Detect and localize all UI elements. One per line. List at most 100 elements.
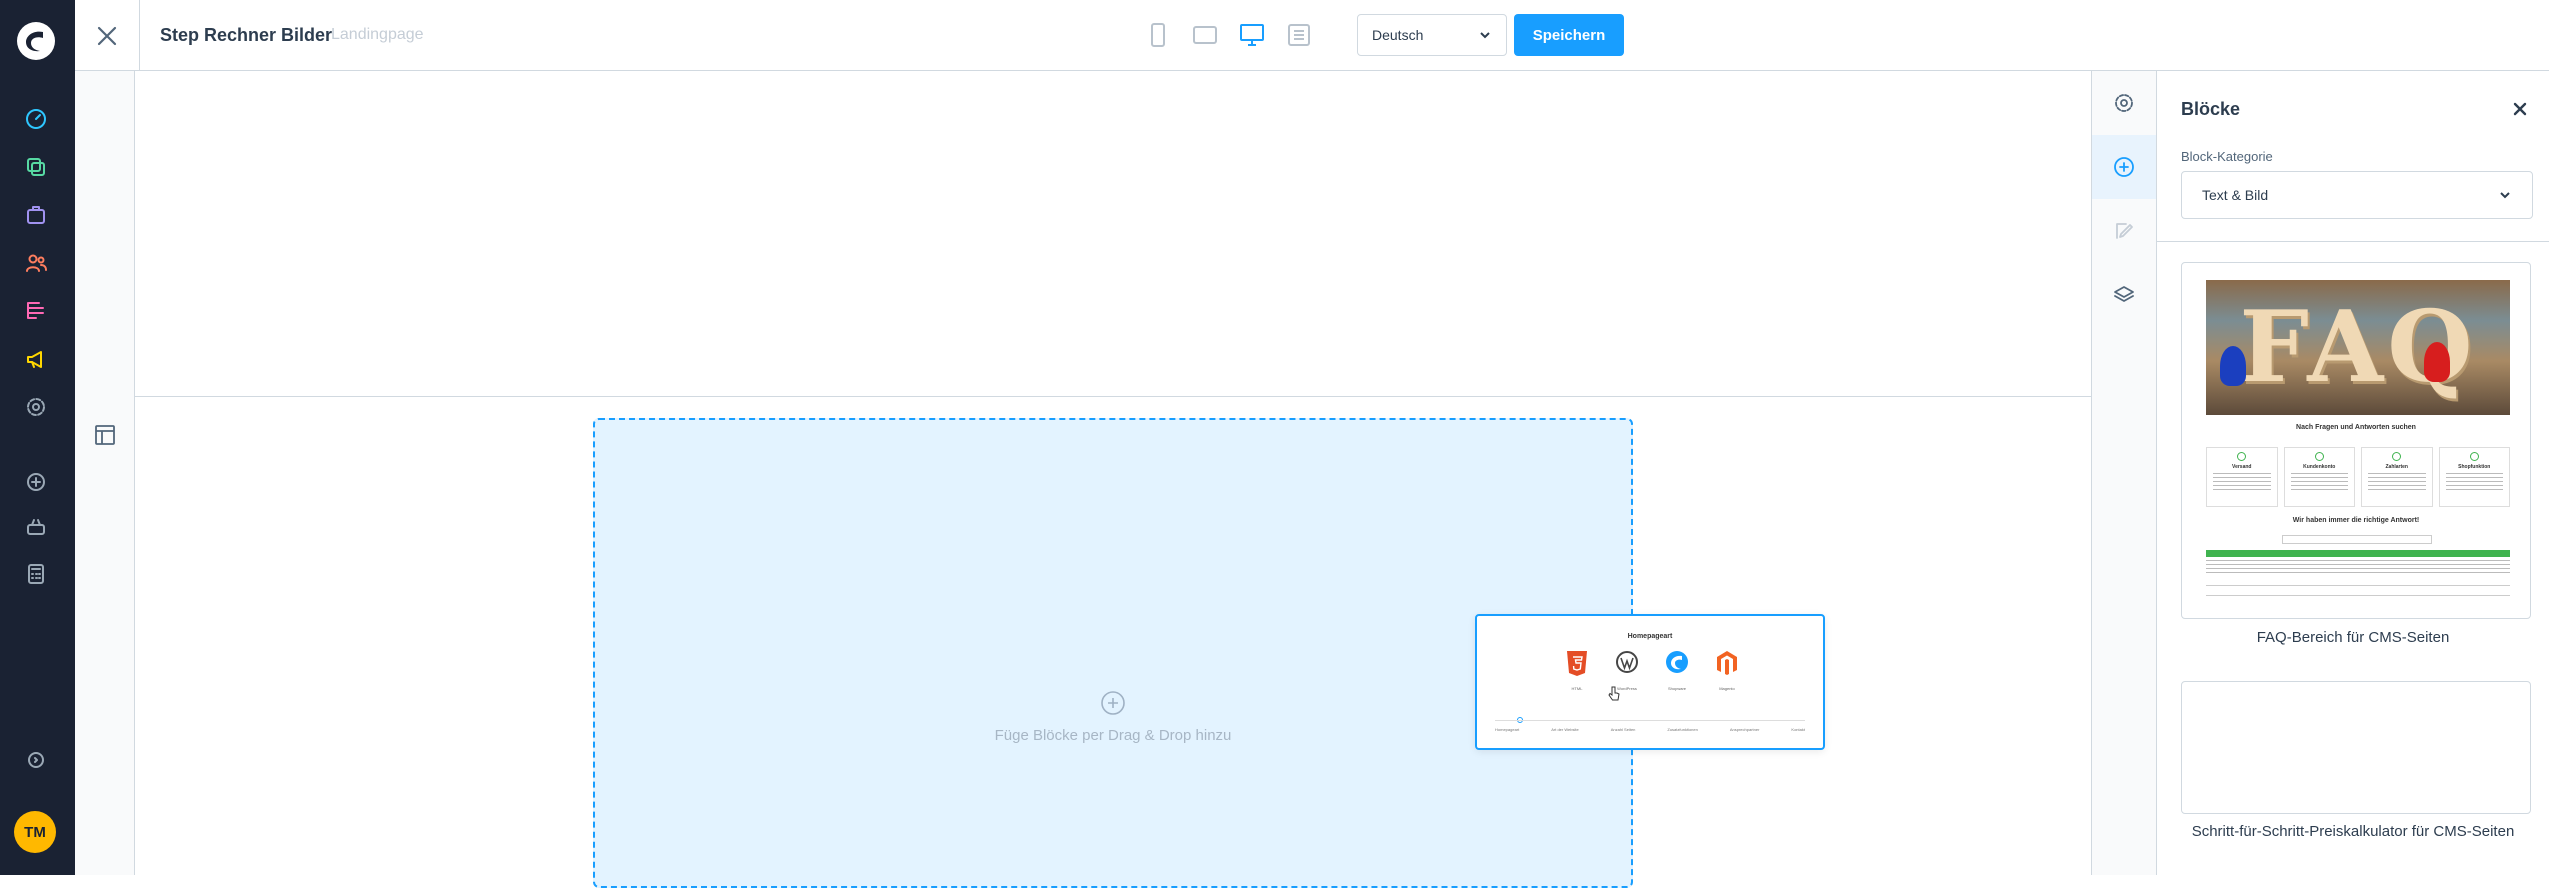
tab-settings[interactable] (2092, 71, 2156, 135)
panel-title: Blöcke (2181, 99, 2241, 119)
faq-preview-accordion-item (2206, 579, 2510, 586)
magento-icon (1717, 651, 1737, 675)
preview-step: Zusatzfunktionen (1667, 727, 1698, 732)
panel-close-button[interactable] (2512, 101, 2528, 117)
faq-preview-column: Versand (2206, 447, 2278, 507)
content-icon[interactable] (24, 299, 48, 323)
faq-preview-accordion-item (2206, 589, 2510, 596)
add-extension-icon[interactable] (24, 470, 48, 494)
dashboard-icon[interactable] (24, 107, 48, 131)
block-category-label: Block-Kategorie (2181, 149, 2273, 164)
faq-column-title: Kundenkonto (2303, 464, 2336, 470)
tab-layers[interactable] (2092, 263, 2156, 327)
gear-icon (2115, 94, 2133, 112)
cms-stage: Füge Blöcke per Drag & Drop hinzu Homepa… (135, 71, 2091, 888)
preview-title: Homepageart (1627, 633, 1673, 640)
preview-logo-label: Shopware (1667, 686, 1686, 691)
block-card-faq[interactable]: FAQ Nach Fragen und Antworten suchen Ver… (2181, 262, 2531, 619)
blocks-sidebar-panel: Blöcke Block-Kategorie Text & Bild FAQ N… (2157, 71, 2549, 875)
faq-preview-accordion-active (2206, 550, 2510, 557)
faq-column-title: Zahlarten (2385, 464, 2408, 470)
chevron-down-icon (2500, 192, 2510, 199)
hand-cursor-icon (1608, 686, 1620, 701)
desktop-icon (1240, 24, 1264, 46)
block-card-calculator-label: Schritt-für-Schritt-Preiskalkulator für … (2191, 823, 2515, 840)
language-select-value: Deutsch (1372, 27, 1424, 43)
html5-icon (1567, 651, 1587, 676)
preview-logo-wordpress: WordPress (1609, 649, 1645, 691)
block-card-faq-label: FAQ-Bereich für CMS-Seiten (2256, 629, 2450, 646)
settings-icon[interactable] (24, 395, 48, 419)
faq-preview-subheading: Wir haben immer die richtige Antwort! (2292, 517, 2420, 524)
preview-logo-label: Magento (1719, 686, 1735, 691)
close-icon (97, 26, 117, 45)
list-icon (1288, 24, 1310, 46)
close-icon (2513, 102, 2527, 116)
info-icon[interactable] (24, 748, 48, 772)
faq-image-letters: FAQ (2239, 290, 2477, 405)
viewport-switcher (1145, 20, 1312, 50)
faq-preview-column: Kundenkonto (2283, 447, 2355, 507)
calculator-icon[interactable] (24, 562, 48, 586)
editor-topbar: Step Rechner Bilder Landingpage Deutsch … (75, 0, 2549, 71)
sidebar-tab-bar (2091, 71, 2157, 875)
layout-icon (95, 425, 115, 445)
faq-preview-column: Zahlarten (2361, 447, 2433, 507)
red-figure-icon (2424, 342, 2450, 382)
customers-icon[interactable] (24, 251, 48, 275)
save-button[interactable]: Speichern (1514, 14, 1624, 56)
stage-section-top[interactable] (135, 71, 2091, 397)
preview-step: Anzahl Seiten (1610, 727, 1636, 732)
shopware-logo[interactable] (17, 22, 55, 60)
tab-edit[interactable] (2092, 199, 2156, 263)
faq-preview-search (2282, 535, 2432, 544)
page-title: Step Rechner Bilder (160, 25, 333, 45)
faq-column-title: Versand (2232, 464, 2252, 470)
shopware-icon (1666, 651, 1688, 673)
blue-figure-icon (2220, 346, 2246, 386)
preview-step: Homepageart (1495, 727, 1520, 732)
tablet-icon (1193, 26, 1217, 44)
viewport-desktop-button[interactable] (1239, 20, 1265, 50)
block-card-calculator[interactable] (2181, 681, 2531, 814)
preview-step: Ansprechpartner (1729, 727, 1760, 732)
viewport-list-button[interactable] (1286, 20, 1312, 50)
preview-step: Art der Website (1551, 727, 1579, 732)
faq-preview-image: FAQ (2206, 280, 2510, 415)
preview-logo-label: HTML (1571, 686, 1583, 691)
admin-navigation: TM (0, 0, 75, 875)
plus-circle-icon (2114, 157, 2134, 177)
mobile-icon (1151, 23, 1165, 47)
plus-circle-icon (1101, 691, 1125, 715)
chevron-down-icon (1480, 32, 1490, 39)
block-category-select[interactable]: Text & Bild (2181, 171, 2533, 219)
section-settings-button[interactable] (94, 424, 116, 446)
close-editor-button[interactable] (75, 0, 140, 71)
faq-preview-column: Shopfunktion (2438, 447, 2510, 507)
faq-column-title: Shopfunktion (2458, 464, 2491, 470)
faq-preview-columns: Versand Kundenkonto Zahlarten Shopfunkti… (2206, 447, 2510, 507)
preview-step: Kontakt (1791, 727, 1805, 732)
page-type-label: Landingpage (331, 26, 424, 43)
edit-icon (2116, 223, 2133, 239)
panel-divider (2157, 241, 2549, 242)
faq-preview-answer (2206, 560, 2510, 574)
tab-blocks[interactable] (2092, 135, 2156, 199)
dragged-block-preview[interactable]: Homepageart HTML WordPress Shopware Mage… (1475, 614, 1825, 750)
viewport-tablet-button[interactable] (1192, 20, 1218, 50)
layers-icon (2114, 286, 2134, 302)
catalog-icon[interactable] (24, 155, 48, 179)
preview-steps: Homepageart Art der Website Anzahl Seite… (1495, 720, 1805, 732)
orders-icon[interactable] (24, 203, 48, 227)
language-select[interactable]: Deutsch (1357, 14, 1507, 56)
preview-logo-magento: Magento (1709, 649, 1745, 691)
marketing-icon[interactable] (24, 347, 48, 371)
faq-preview-heading: Nach Fragen und Antworten suchen (2296, 424, 2416, 431)
avatar[interactable]: TM (14, 811, 56, 853)
preview-logo-shopware: Shopware (1659, 649, 1695, 691)
section-toolbar (75, 71, 135, 875)
block-category-value: Text & Bild (2202, 187, 2269, 203)
preview-logo-html: HTML (1559, 649, 1595, 691)
store-icon[interactable] (24, 515, 48, 539)
viewport-mobile-button[interactable] (1145, 20, 1171, 50)
